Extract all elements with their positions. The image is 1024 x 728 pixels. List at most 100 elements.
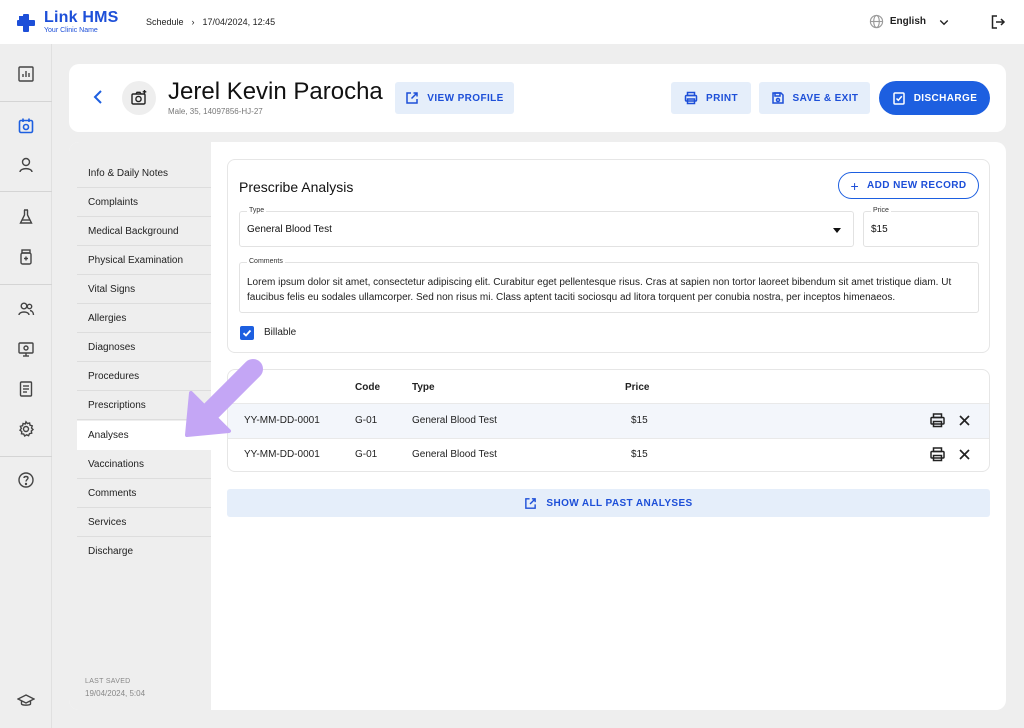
row-price: $15 (631, 415, 648, 426)
rail-dashboard-button[interactable] (16, 64, 36, 84)
save-icon (771, 92, 784, 104)
medicine-bottle-icon (20, 249, 32, 265)
panel-title: Prescribe Analysis (239, 179, 354, 195)
last-saved-value: 19/04/2024, 5:04 (85, 689, 146, 698)
left-rail (0, 44, 52, 728)
type-select[interactable]: Type General Blood Test (239, 207, 854, 247)
nav-item-physical-examination[interactable]: Physical Examination (77, 246, 211, 275)
prescribe-analysis-panel: Prescribe Analysis + ADD NEW RECORD Type… (227, 159, 990, 353)
nav-item-allergies[interactable]: Allergies (77, 304, 211, 333)
show-all-past-analyses-button[interactable]: SHOW ALL PAST ANALYSES (227, 489, 990, 517)
globe-icon (869, 14, 884, 29)
table-row[interactable]: YY-MM-DD-0001 G-01 General Blood Test $1… (228, 438, 989, 471)
plus-icon: + (850, 177, 860, 194)
view-profile-button[interactable]: VIEW PROFILE (395, 82, 514, 114)
back-arrow-icon[interactable] (89, 88, 107, 106)
people-icon (18, 302, 35, 316)
help-icon (18, 472, 34, 488)
app-tagline: Your Clinic Name (44, 27, 98, 34)
analyses-table: Code Type Price YY-MM-DD-0001 G-01 Gener… (227, 369, 990, 472)
printer-icon[interactable] (929, 412, 946, 429)
table-row[interactable]: YY-MM-DD-0001 G-01 General Blood Test $1… (228, 404, 989, 438)
billable-label[interactable]: Billable (264, 327, 296, 338)
rail-education-button[interactable] (16, 690, 36, 710)
rail-lab-button[interactable] (16, 207, 36, 227)
breadcrumb-datetime: 17/04/2024, 12:45 (202, 17, 276, 27)
type-label: Type (247, 207, 267, 214)
nav-item-services[interactable]: Services (77, 508, 211, 537)
add-photo-button[interactable] (122, 81, 156, 115)
rail-reports-button[interactable] (16, 379, 36, 399)
close-icon[interactable] (956, 446, 973, 463)
breadcrumb: Schedule › 17/04/2024, 12:45 (146, 17, 275, 27)
rail-monitor-button[interactable] (16, 339, 36, 359)
price-value: $15 (871, 224, 888, 235)
language-selector[interactable]: English (869, 14, 950, 29)
monitor-icon (18, 342, 34, 357)
rail-help-button[interactable] (16, 470, 36, 490)
nav-item-info-daily-notes[interactable]: Info & Daily Notes (77, 159, 211, 188)
billable-checkbox[interactable] (240, 326, 254, 340)
pointer-arrow-icon (185, 359, 263, 437)
print-button[interactable]: PRINT (671, 82, 751, 114)
gear-icon (19, 420, 35, 438)
nav-item-complaints[interactable]: Complaints (77, 188, 211, 217)
report-icon (19, 381, 33, 397)
rail-patients-button[interactable] (16, 155, 36, 175)
patient-header: Jerel Kevin Parocha Male, 35, 14097856-H… (69, 64, 1006, 132)
add-new-record-label: ADD NEW RECORD (867, 180, 967, 191)
rail-divider (0, 101, 52, 102)
row-code: G-01 (355, 415, 378, 426)
view-profile-label: VIEW PROFILE (427, 92, 504, 104)
comments-value: Lorem ipsum dolor sit amet, consectetur … (247, 277, 952, 303)
app-name: Link HMS (44, 9, 119, 26)
row-price: $15 (631, 449, 648, 460)
show-all-label: SHOW ALL PAST ANALYSES (546, 497, 693, 509)
nav-item-vital-signs[interactable]: Vital Signs (77, 275, 211, 304)
rail-divider (0, 456, 52, 457)
chevron-down-icon (939, 19, 949, 25)
type-value: General Blood Test (247, 224, 332, 235)
nav-item-discharge[interactable]: Discharge (77, 537, 211, 566)
graduation-cap-icon (17, 694, 35, 706)
print-label: PRINT (706, 92, 738, 104)
rail-staff-button[interactable] (16, 299, 36, 319)
top-bar: Link HMS Your Clinic Name Schedule › 17/… (0, 0, 1024, 44)
printer-icon[interactable] (929, 446, 946, 463)
discharge-label: DISCHARGE (913, 92, 978, 104)
cross-logo-icon (17, 14, 35, 32)
breadcrumb-section[interactable]: Schedule (146, 17, 184, 27)
breadcrumb-separator: › (191, 17, 195, 27)
external-link-icon (525, 497, 537, 509)
dropdown-caret-icon (833, 228, 841, 233)
logout-icon[interactable] (990, 14, 1006, 30)
price-input[interactable]: Price $15 (863, 207, 979, 247)
comments-textarea[interactable]: Comments Lorem ipsum dolor sit amet, con… (239, 258, 979, 313)
chart-icon (18, 66, 34, 82)
add-new-record-button[interactable]: + ADD NEW RECORD (838, 172, 979, 199)
rail-pharmacy-button[interactable] (16, 247, 36, 267)
nav-item-medical-background[interactable]: Medical Background (77, 217, 211, 246)
calendar-icon (18, 118, 34, 134)
rail-divider (0, 191, 52, 192)
save-exit-button[interactable]: SAVE & EXIT (759, 82, 870, 114)
close-icon[interactable] (956, 412, 973, 429)
row-type: General Blood Test (412, 449, 497, 460)
nav-item-vaccinations[interactable]: Vaccinations (77, 450, 211, 479)
check-icon (242, 329, 252, 337)
nav-item-comments[interactable]: Comments (77, 479, 211, 508)
rail-schedule-button[interactable] (16, 116, 36, 136)
price-label: Price (871, 207, 891, 214)
column-header-code: Code (355, 382, 380, 393)
clipboard-check-icon (892, 92, 905, 105)
column-header-type: Type (412, 382, 435, 393)
discharge-button[interactable]: DISCHARGE (879, 81, 990, 115)
row-id: YY-MM-DD-0001 (244, 449, 320, 460)
rail-settings-button[interactable] (16, 419, 36, 439)
flask-icon (19, 209, 33, 224)
app-logo[interactable]: Link HMS Your Clinic Name (16, 10, 119, 34)
printer-icon (684, 91, 698, 105)
column-header-price: Price (625, 382, 650, 393)
rail-divider (0, 284, 52, 285)
external-link-icon (406, 92, 418, 104)
